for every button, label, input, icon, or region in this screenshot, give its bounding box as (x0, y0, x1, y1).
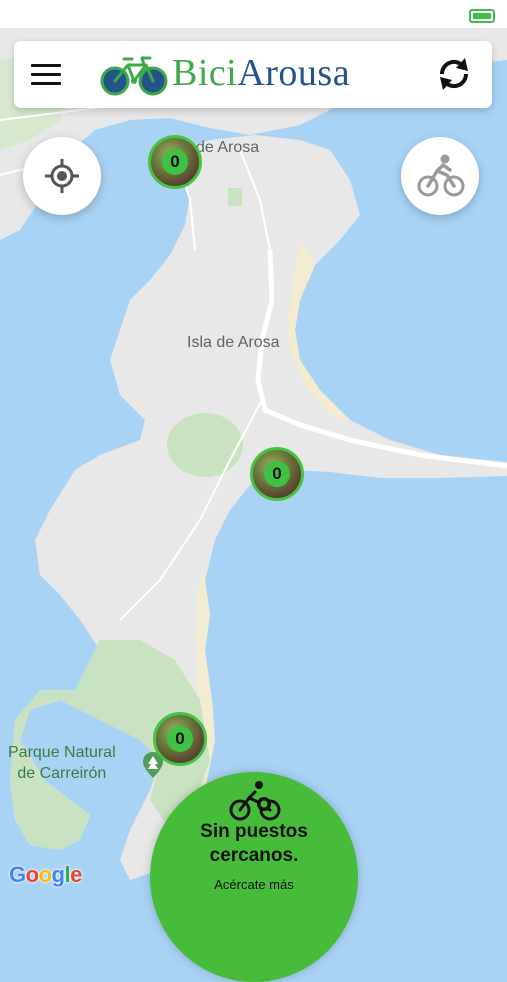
logo-bicycle-icon (100, 56, 168, 96)
logo-text-arousa: Arousa (237, 52, 351, 94)
top-bar: BiciArousa (14, 41, 492, 108)
map-label-park: Parque Natural de Carreirón (8, 742, 116, 784)
nearby-title-line2: cercanos. (209, 845, 299, 866)
station-marker[interactable]: 0 (148, 135, 202, 189)
nearby-subtitle: Acércate más (214, 877, 294, 892)
nearby-stations-panel[interactable]: Sin puestos cercanos. Acércate más (150, 772, 358, 982)
station-marker[interactable]: 0 (250, 447, 304, 501)
map-label-town: de Arosa (196, 139, 260, 156)
station-available-count: 0 (162, 149, 188, 175)
bicycle-rider-icon (417, 154, 465, 197)
battery-icon (469, 9, 495, 23)
refresh-icon[interactable] (434, 54, 474, 94)
map-label-island: Isla de Arosa (187, 334, 280, 351)
status-bar (0, 0, 507, 28)
google-attribution: Google (9, 862, 82, 887)
nearby-title-line1: Sin puestos (200, 821, 308, 842)
logo-text-bici: Bici (172, 52, 238, 94)
my-location-icon (45, 159, 79, 193)
bike-mode-button[interactable] (401, 137, 479, 215)
logo-text: BiciArousa (172, 50, 350, 96)
app-logo: BiciArousa (100, 48, 410, 102)
station-available-count: 0 (167, 726, 193, 752)
hamburger-menu-icon[interactable] (30, 62, 62, 88)
station-marker[interactable]: 0 (153, 712, 207, 766)
park-label-line2: de Carreirón (17, 765, 107, 782)
bike-search-icon (229, 781, 281, 821)
station-available-count: 0 (264, 461, 290, 487)
park-label-line1: Parque Natural (8, 744, 116, 761)
nearby-title: Sin puestos cercanos. (150, 820, 358, 868)
my-location-button[interactable] (23, 137, 101, 215)
